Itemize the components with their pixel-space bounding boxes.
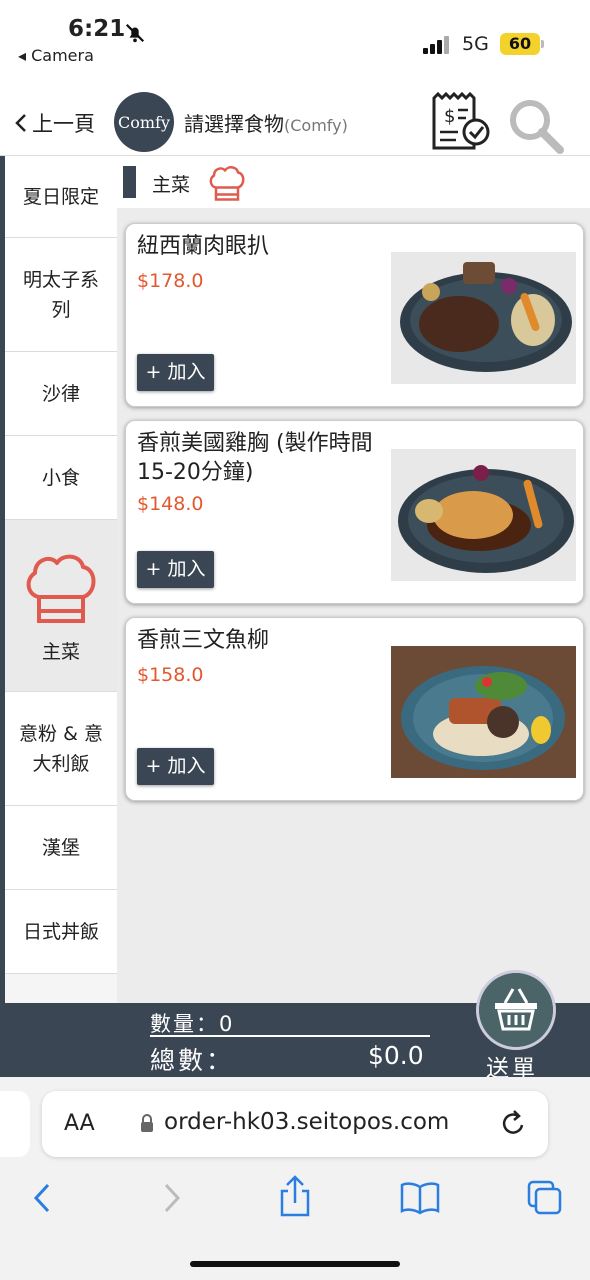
header: 上一頁 Comfy 請選擇食物(Comfy) $ [0, 80, 590, 156]
sidebar-item-main-course[interactable]: 主菜 [5, 520, 117, 692]
chef-hat-icon [209, 166, 245, 201]
add-button[interactable]: + 加入 [137, 748, 214, 785]
product-card[interactable]: 香煎美國雞胸 (製作時間15-20分鐘) $148.0 + 加入 [125, 420, 584, 604]
back-label: 上一頁 [32, 112, 95, 136]
bookmarks-icon[interactable] [400, 1181, 440, 1215]
total-label: 總數： [150, 1046, 235, 1075]
lock-icon [141, 1114, 153, 1132]
product-name: 香煎三文魚柳 [137, 628, 270, 653]
bell-muted-icon [125, 23, 145, 43]
receipt-check-icon[interactable]: $ [430, 92, 492, 152]
chef-hat-icon [26, 554, 96, 623]
product-price: $148.0 [137, 493, 204, 515]
sidebar-item-snacks[interactable]: 小食 [5, 436, 117, 520]
status-bar: 6:21 ◂ Camera 5G 60 [0, 0, 590, 80]
signal-icon [423, 36, 451, 54]
product-name: 香煎美國雞胸 (製作時間15-20分鐘) [137, 431, 373, 485]
browser-back-icon[interactable] [30, 1181, 56, 1215]
back-to-camera[interactable]: ◂ Camera [18, 46, 94, 65]
quantity-display: 數量：0 [150, 1012, 235, 1036]
chicken-photo [391, 449, 576, 581]
sidebar-item-donburi[interactable]: 日式丼飯 [5, 890, 117, 974]
sidebar-item-summer[interactable]: 夏日限定 [5, 156, 117, 238]
section-header: 主菜 [117, 156, 590, 208]
battery-icon: 60 [500, 33, 544, 55]
add-button[interactable]: + 加入 [137, 551, 214, 588]
browser-forward-icon[interactable] [158, 1181, 184, 1215]
restaurant-logo: Comfy [114, 92, 174, 152]
page-title: 請選擇食物(Comfy) [184, 112, 348, 136]
sidebar-item-burger[interactable]: 漢堡 [5, 806, 117, 890]
product-card[interactable]: 紐西蘭肉眼扒 $178.0 + 加入 [125, 223, 584, 407]
basket-icon[interactable] [479, 973, 553, 1047]
sidebar-item-pasta-risotto[interactable]: 意粉 & 意大利飯 [5, 692, 117, 806]
steak-photo [391, 252, 576, 384]
share-icon[interactable] [278, 1175, 312, 1217]
section-title: 主菜 [152, 174, 191, 196]
home-indicator [190, 1261, 400, 1267]
address-bar[interactable]: AA order-hk03.seitopos.com [42, 1091, 548, 1157]
reload-icon[interactable] [500, 1109, 528, 1139]
product-price: $158.0 [137, 664, 204, 686]
order-summary-bar: 數量：0 總數： $0.0 送單 [0, 973, 590, 1082]
chevron-left-icon [15, 114, 26, 132]
reader-mode-button[interactable]: AA [64, 1111, 95, 1136]
section-marker [123, 166, 136, 198]
product-card[interactable]: 香煎三文魚柳 $158.0 + 加入 [125, 617, 584, 801]
svg-text:$: $ [444, 106, 455, 127]
add-button[interactable]: + 加入 [137, 354, 214, 391]
previous-tab[interactable] [0, 1091, 30, 1157]
sidebar-item-salad[interactable]: 沙律 [5, 352, 117, 436]
divider [150, 1035, 430, 1037]
category-sidebar: 夏日限定 明太子系列 沙律 小食 主菜 意粉 & 意大利飯 漢堡 日式丼飯 [0, 156, 117, 1004]
clock: 6:21 [68, 16, 126, 42]
network-type: 5G [462, 33, 489, 55]
product-name: 紐西蘭肉眼扒 [137, 234, 270, 259]
search-icon[interactable] [506, 96, 566, 154]
url-text: order-hk03.seitopos.com [164, 1109, 450, 1135]
product-list: 主菜 紐西蘭肉眼扒 $178.0 + 加入 香煎美國雞胸 (製作時間15-20分… [117, 156, 590, 1004]
sidebar-item-mentaiko[interactable]: 明太子系列 [5, 238, 117, 352]
browser-toolbar: AA order-hk03.seitopos.com [0, 1077, 590, 1280]
salmon-photo [391, 646, 576, 778]
tabs-icon[interactable] [526, 1179, 564, 1217]
product-price: $178.0 [137, 270, 204, 292]
back-button[interactable]: 上一頁 [12, 108, 95, 138]
total-amount: $0.0 [368, 1041, 424, 1070]
